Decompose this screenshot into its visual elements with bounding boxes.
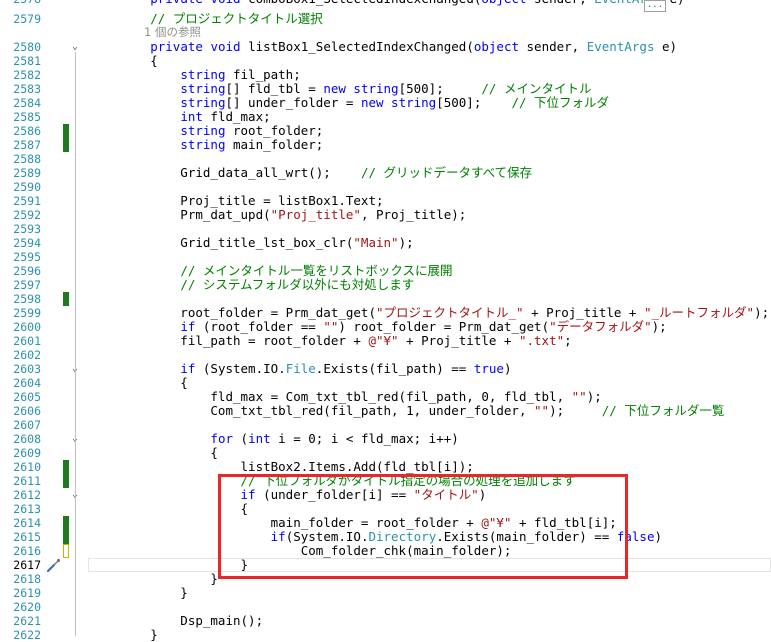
change-marker xyxy=(63,516,69,530)
code-line[interactable]: Proj_title = listBox1.Text; xyxy=(90,194,383,208)
code-line[interactable]: fil_path = root_folder + @"¥" + Proj_tit… xyxy=(90,334,571,348)
code-line[interactable]: string[] under_folder = new string[500];… xyxy=(90,96,609,110)
line-number: 2580 xyxy=(13,40,41,54)
line-number: 2622 xyxy=(13,628,41,642)
line-number: 2591 xyxy=(13,194,41,208)
change-marker xyxy=(63,292,69,306)
line-number: 2621 xyxy=(13,614,41,628)
line-number: 2604 xyxy=(13,376,41,390)
code-line[interactable]: { xyxy=(90,446,218,460)
line-number: 2603 xyxy=(13,362,41,376)
line-number: 2588 xyxy=(13,152,41,166)
code-line[interactable]: for (int i = 0; i < fld_max; i++) xyxy=(90,432,458,446)
line-number-gutter: 2578 2579 25802581258225832584258525862587… xyxy=(0,0,44,642)
code-editor[interactable]: 2578 2579 25802581258225832584258525862587… xyxy=(0,0,771,642)
line-number: 2613 xyxy=(13,502,41,516)
line-number: 2599 xyxy=(13,306,41,320)
code-line[interactable]: listBox2.Items.Add(fld_tbl[i]); xyxy=(90,460,474,474)
line-number: 2583 xyxy=(13,82,41,96)
code-line[interactable]: Dsp_main(); xyxy=(90,614,263,628)
line-number: 2597 xyxy=(13,278,41,292)
line-number: 2578 xyxy=(0,0,41,6)
line-number: 2610 xyxy=(13,460,41,474)
line-number: 2615 xyxy=(13,530,41,544)
line-number: 2612 xyxy=(13,488,41,502)
code-line[interactable]: Prm_dat_upd("Proj_title", Proj_title); xyxy=(90,208,466,222)
line-number: 2585 xyxy=(13,110,41,124)
code-line[interactable]: // システムフォルダ以外にも対処します xyxy=(90,278,414,292)
code-line[interactable]: int fld_max; xyxy=(90,110,270,124)
code-line[interactable]: string root_folder; xyxy=(90,124,323,138)
code-line[interactable]: { xyxy=(90,54,158,68)
code-line[interactable]: fld_max = Com_txt_tbl_red(fil_path, 0, f… xyxy=(90,390,601,404)
line-number: 2617 xyxy=(13,558,41,572)
code-line[interactable]: // プロジェクトタイトル選択 xyxy=(90,12,323,26)
line-number: 2620 xyxy=(13,600,41,614)
line-number: 2581 xyxy=(13,54,41,68)
code-line[interactable]: Grid_title_lst_box_clr("Main"); xyxy=(90,236,413,250)
line-number: 2609 xyxy=(13,446,41,460)
code-line[interactable]: Com_txt_tbl_red(fil_path, 1, under_folde… xyxy=(90,404,724,418)
code-line[interactable]: } xyxy=(90,628,158,642)
code-line[interactable]: Grid_data_all_wrt(); // グリッドデータすべて保存 xyxy=(90,166,532,180)
code-line[interactable]: // メインタイトル一覧をリストボックスに展開 xyxy=(90,264,452,278)
line-number: 2595 xyxy=(13,250,41,264)
line-number: 2619 xyxy=(13,586,41,600)
line-number: 2616 xyxy=(13,544,41,558)
code-line[interactable]: private void comboBox1_SelectedIndexChan… xyxy=(90,0,684,6)
code-line[interactable]: private void listBox1_SelectedIndexChang… xyxy=(90,40,677,54)
code-line[interactable]: { xyxy=(90,376,188,390)
line-number: 2611 xyxy=(13,474,41,488)
line-number: 2590 xyxy=(13,180,41,194)
line-number: 2608 xyxy=(13,432,41,446)
line-number: 2598 xyxy=(13,292,41,306)
line-number: 2602 xyxy=(13,348,41,362)
line-number: 2592 xyxy=(13,208,41,222)
line-number: 2606 xyxy=(13,404,41,418)
code-line[interactable]: string[] fld_tbl = new string[500]; // メ… xyxy=(90,82,591,96)
line-number: 2614 xyxy=(13,516,41,530)
code-line[interactable]: if (root_folder == "") root_folder = Prm… xyxy=(90,320,666,334)
line-number: 2593 xyxy=(13,222,41,236)
line-number: 2596 xyxy=(13,264,41,278)
line-number: 2582 xyxy=(13,68,41,82)
fold-outline xyxy=(75,52,76,636)
line-number: 2594 xyxy=(13,236,41,250)
line-number: 2601 xyxy=(13,334,41,348)
line-number: 2584 xyxy=(13,96,41,110)
code-lens-reference[interactable]: 1 個の参照 xyxy=(144,25,201,39)
change-marker xyxy=(63,124,69,138)
annotation-highlight-box xyxy=(218,474,628,579)
change-marker xyxy=(63,138,69,152)
change-marker xyxy=(63,530,69,544)
line-number: 2579 xyxy=(13,12,41,26)
line-number: 2587 xyxy=(13,138,41,152)
collapsed-region-marker[interactable]: ... xyxy=(644,0,666,12)
line-number: 2586 xyxy=(13,124,41,138)
code-line[interactable]: } xyxy=(90,586,188,600)
code-line[interactable]: } xyxy=(90,572,218,586)
change-marker xyxy=(63,474,69,488)
code-line[interactable]: root_folder = Prm_dat_get("プロジェクトタイトル_" … xyxy=(90,306,769,320)
code-line[interactable]: string fil_path; xyxy=(90,68,300,82)
line-number: 2600 xyxy=(13,320,41,334)
saved-change-marker xyxy=(63,544,69,558)
line-number: 2605 xyxy=(13,390,41,404)
code-line[interactable]: if (System.IO.File.Exists(fil_path) == t… xyxy=(90,362,511,376)
screwdriver-icon[interactable] xyxy=(46,557,62,573)
line-number: 2607 xyxy=(13,418,41,432)
line-number: 2618 xyxy=(13,572,41,586)
line-number: 2589 xyxy=(13,166,41,180)
change-marker xyxy=(63,460,69,474)
code-line[interactable]: string main_folder; xyxy=(90,138,323,152)
